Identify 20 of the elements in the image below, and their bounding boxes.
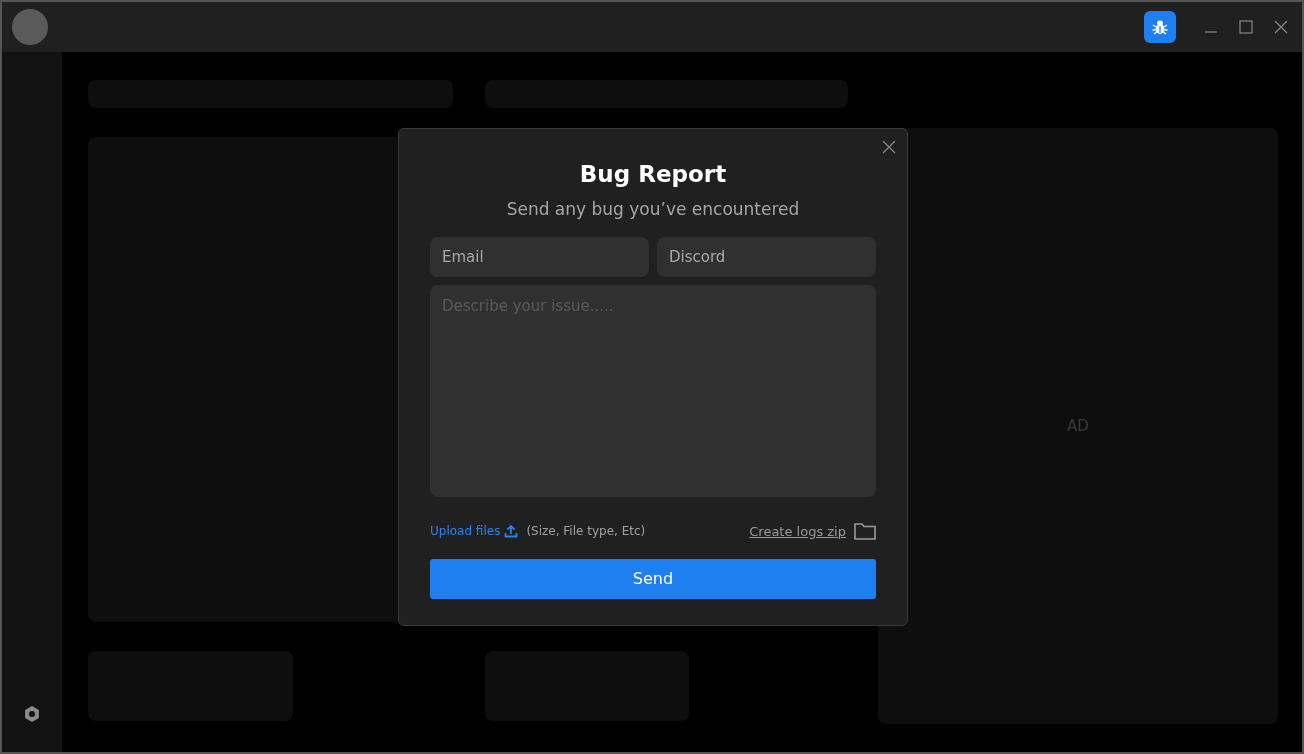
upload-hint: (Size, File type, Etc) [526,523,646,541]
text-field[interactable]: Email [430,236,649,277]
upload-icon [504,524,519,539]
settings-icon [22,704,42,724]
dialog-title: Bug Report [578,160,728,189]
maximize-icon [1239,20,1253,34]
text-field[interactable]: Discord [657,236,876,277]
close-icon [1274,20,1288,34]
avatar[interactable] [12,9,48,45]
dialog-subtitle: Send any bug you’ve encountered [505,198,801,221]
close-button[interactable] [881,139,897,155]
upload-files-link[interactable]: Upload files [430,522,501,541]
bug-report-button[interactable] [1144,11,1176,43]
send-button[interactable]: Send [430,559,876,599]
close-icon [881,139,897,155]
create-logs-link[interactable]: Create logs zip [749,521,846,541]
folder-icon [854,522,876,540]
settings-button[interactable] [22,704,42,724]
bug-icon [1151,18,1169,36]
minimize-icon [1205,31,1217,33]
